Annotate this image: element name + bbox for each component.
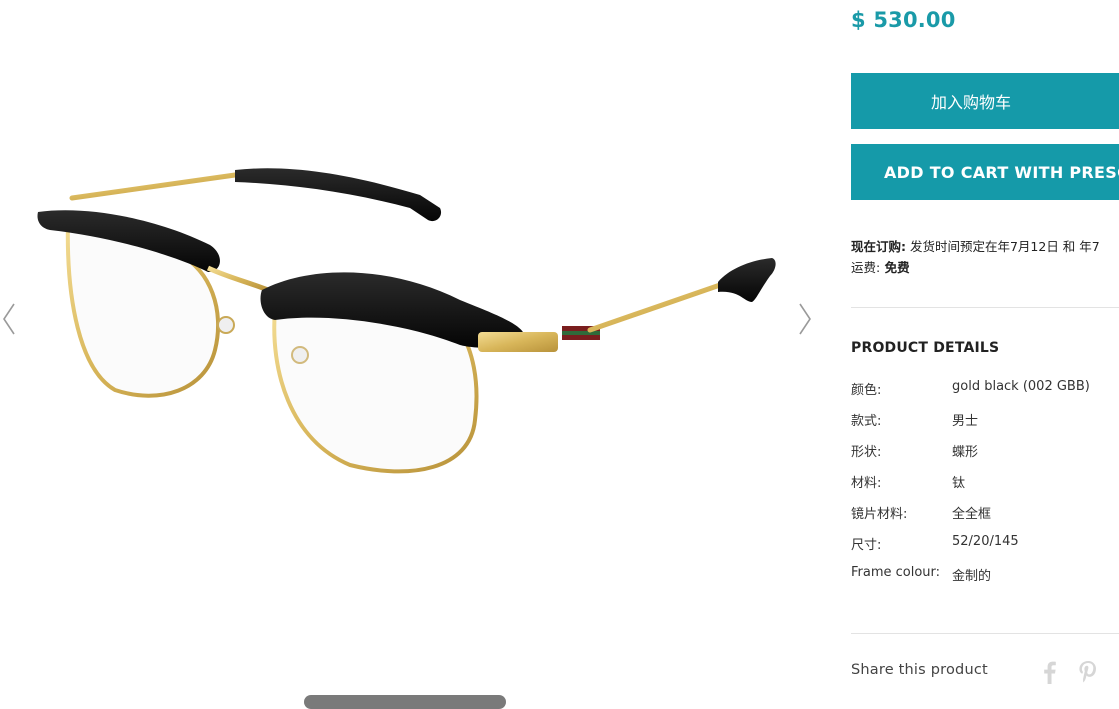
- detail-key: 款式:: [851, 414, 882, 429]
- share-label: Share this product: [851, 662, 988, 678]
- divider: [851, 633, 1119, 634]
- detail-value: 男士: [952, 414, 979, 429]
- share-pinterest-button[interactable]: [1075, 659, 1101, 685]
- add-to-cart-button[interactable]: 加入购物车: [851, 73, 1119, 129]
- shipping-value: 免费: [880, 260, 910, 275]
- detail-key: 颜色:: [851, 383, 882, 398]
- product-gallery: [0, 0, 830, 709]
- facebook-icon: [1044, 661, 1056, 684]
- order-date-value: 发货时间预定在年7月12日 和 年7: [906, 239, 1100, 254]
- detail-row-color: 颜色: gold black (002 GBB): [851, 379, 1119, 410]
- detail-key: 尺寸:: [851, 538, 882, 553]
- shipping-line: 运费: 免费: [851, 257, 1100, 278]
- detail-key: 镜片材料:: [851, 507, 908, 522]
- detail-row-style: 款式: 男士: [851, 410, 1119, 441]
- detail-key: Frame colour:: [851, 565, 941, 580]
- gallery-prev-button[interactable]: [0, 298, 24, 340]
- share-facebook-button[interactable]: [1037, 659, 1063, 685]
- detail-row-shape: 形状: 蝶形: [851, 441, 1119, 472]
- product-price: $ 530.00: [851, 8, 956, 32]
- shipping-label: 运费:: [851, 260, 881, 275]
- detail-value: 蝶形: [952, 445, 979, 460]
- detail-key: 材料:: [851, 476, 882, 491]
- pinterest-icon: [1079, 661, 1096, 683]
- order-date-label: 现在订购:: [851, 239, 906, 254]
- detail-row-material: 材料: 钛: [851, 472, 1119, 503]
- add-to-cart-with-prescription-button[interactable]: ADD TO CART WITH PRESCRIPTION: [851, 144, 1119, 200]
- divider: [851, 307, 1119, 308]
- product-details-title: PRODUCT DETAILS: [851, 340, 1000, 356]
- order-date-line: 现在订购: 发货时间预定在年7月12日 和 年7: [851, 236, 1100, 257]
- order-shipping-note: 现在订购: 发货时间预定在年7月12日 和 年7 运费: 免费: [851, 236, 1100, 278]
- detail-value: 钛: [952, 476, 966, 491]
- detail-value: 52/20/145: [952, 534, 1019, 549]
- eyeglasses-product-image[interactable]: [30, 150, 790, 490]
- product-details-list: 颜色: gold black (002 GBB) 款式: 男士 形状: 蝶形 材…: [851, 379, 1119, 596]
- gallery-next-button[interactable]: [794, 298, 818, 340]
- detail-key: 形状:: [851, 445, 882, 460]
- detail-value: gold black (002 GBB): [952, 379, 1090, 394]
- gallery-scroll-indicator[interactable]: [304, 695, 506, 709]
- chevron-left-icon: [3, 303, 15, 335]
- detail-value: 金制的: [952, 569, 992, 584]
- detail-value: 全全框: [952, 507, 992, 522]
- product-info-panel: $ 530.00 加入购物车 ADD TO CART WITH PRESCRIP…: [851, 0, 1119, 702]
- detail-row-frame-colour: Frame colour: 金制的: [851, 565, 1119, 596]
- detail-row-lens-material: 镜片材料: 全全框: [851, 503, 1119, 534]
- detail-row-size: 尺寸: 52/20/145: [851, 534, 1119, 565]
- chevron-right-icon: [799, 303, 811, 335]
